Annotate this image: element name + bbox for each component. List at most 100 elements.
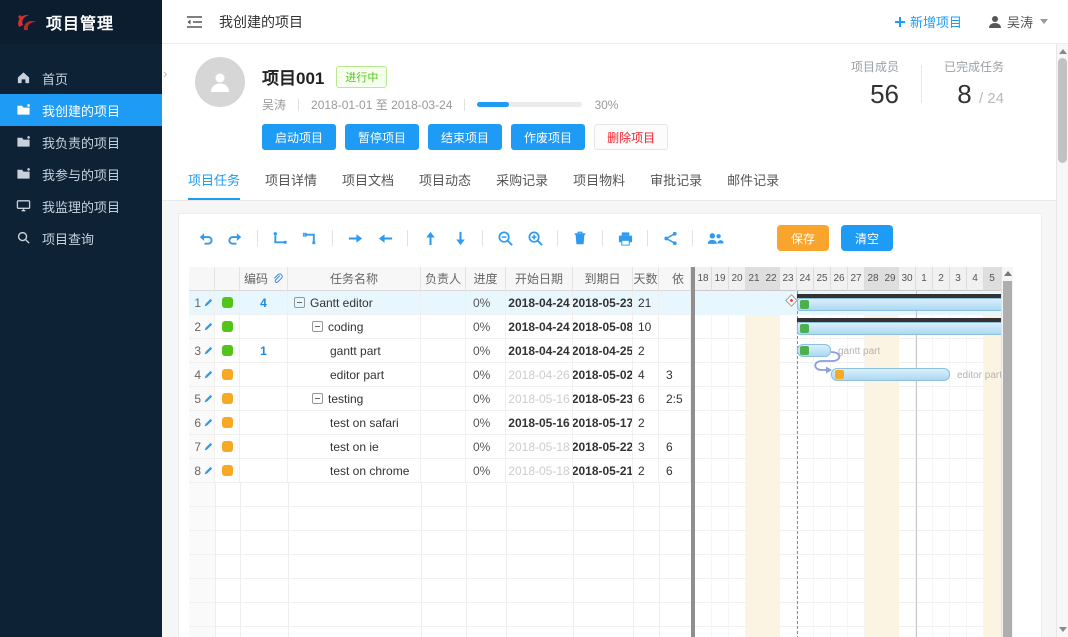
divider [407, 230, 408, 246]
status-badge: 进行中 [336, 66, 387, 88]
clear-button[interactable]: 清空 [841, 225, 893, 251]
move-down-icon[interactable] [450, 228, 470, 248]
tab-project-activity[interactable]: 项目动态 [419, 170, 471, 200]
tab-purchase-records[interactable]: 采购记录 [496, 170, 548, 200]
sidebar-item-my-supervised-projects[interactable]: 我监理的项目 [0, 190, 162, 222]
menu-fold-icon[interactable] [186, 15, 203, 29]
task-row-editor-part[interactable]: 4 editor part 0% 2018-04-26 2018-05-02 4… [189, 363, 691, 387]
task-name-cell[interactable]: gantt part [288, 339, 421, 363]
progress-label: 30% [594, 98, 618, 112]
redo-icon[interactable] [225, 228, 245, 248]
task-name-cell[interactable]: editor part [288, 363, 421, 387]
edit-pencil-icon[interactable] [203, 418, 213, 428]
task-row-test-on-chrome[interactable]: 8 test on chrome 0% 2018-05-18 2018-05-2… [189, 459, 691, 483]
critical-path-icon[interactable] [660, 228, 680, 248]
unlink-tasks-icon[interactable] [300, 228, 320, 248]
task-bar-coding[interactable] [797, 322, 1001, 335]
edit-pencil-icon[interactable] [203, 346, 213, 356]
task-name-cell[interactable]: testing [288, 387, 421, 411]
indent-icon[interactable] [345, 228, 365, 248]
owner-cell [421, 459, 466, 483]
task-name-cell[interactable]: test on ie [288, 435, 421, 459]
task-name-cell[interactable]: coding [288, 315, 421, 339]
outdent-icon[interactable] [375, 228, 395, 248]
collapse-toggle-icon[interactable] [312, 321, 323, 332]
task-name-cell[interactable]: test on chrome [288, 459, 421, 483]
task-table: 编码 任务名称 负责人 进度 开始日期 到期日 天数 依 1 4 Gant [189, 267, 691, 483]
tab-approval-records[interactable]: 审批记录 [650, 170, 702, 200]
zoom-in-icon[interactable] [525, 228, 545, 248]
tab-mail-records[interactable]: 邮件记录 [727, 170, 779, 200]
task-row-gantt-part[interactable]: 3 1 gantt part 0% 2018-04-24 2018-04-25 … [189, 339, 691, 363]
pause-project-button[interactable]: 暂停项目 [345, 124, 419, 150]
status-dot-orange [222, 393, 233, 404]
task-name-cell[interactable]: Gantt editor [288, 291, 421, 315]
progress-cell: 0% [466, 363, 506, 387]
tab-project-documents[interactable]: 项目文档 [342, 170, 394, 200]
timeline-day: 23 [780, 267, 797, 291]
resources-icon[interactable] [705, 228, 725, 248]
sidebar-item-home[interactable]: 首页 [0, 62, 162, 94]
days-cell: 3 [633, 435, 659, 459]
end-date-cell: 2018-05-21 [573, 459, 633, 483]
paperclip-icon [272, 273, 283, 284]
scrollbar-thumb[interactable] [1058, 58, 1067, 163]
end-date-cell: 2018-05-23 [573, 291, 633, 315]
task-row-test-on-safari[interactable]: 6 test on safari 0% 2018-05-16 2018-05-1… [189, 411, 691, 435]
sidebar-item-my-responsible-projects[interactable]: 我负责的项目 [0, 126, 162, 158]
collapse-toggle-icon[interactable] [312, 393, 323, 404]
owner-cell [421, 315, 466, 339]
task-row-coding[interactable]: 2 coding 0% 2018-04-24 2018-05-08 10 [189, 315, 691, 339]
sidebar-item-my-joined-projects[interactable]: 我参与的项目 [0, 158, 162, 190]
tab-project-materials[interactable]: 项目物料 [573, 170, 625, 200]
user-menu[interactable]: 吴涛 [988, 12, 1048, 31]
save-button[interactable]: 保存 [777, 225, 829, 251]
edit-pencil-icon[interactable] [203, 466, 213, 476]
task-row-testing[interactable]: 5 testing 0% 2018-05-16 2018-05-23 6 2:5 [189, 387, 691, 411]
status-cell [215, 411, 240, 435]
edit-pencil-icon[interactable] [203, 394, 213, 404]
header-start-date: 开始日期 [506, 267, 573, 291]
timeline-day: 1 [916, 267, 933, 291]
move-up-icon[interactable] [420, 228, 440, 248]
sidebar-item-project-search[interactable]: 项目查询 [0, 222, 162, 254]
task-bar-editor-part[interactable] [831, 368, 950, 381]
scroll-up-arrow-icon[interactable] [1004, 271, 1012, 276]
link-tasks-icon[interactable] [270, 228, 290, 248]
new-project-button[interactable]: 新增项目 [894, 12, 962, 31]
task-row-gantt-editor[interactable]: 1 4 Gantt editor 0% 2018-04-24 2018-05-2… [189, 291, 691, 315]
finish-project-button[interactable]: 结束项目 [428, 124, 502, 150]
start-project-button[interactable]: 启动项目 [262, 124, 336, 150]
header-code: 编码 [240, 267, 288, 291]
edit-pencil-icon[interactable] [203, 322, 213, 332]
page-scrollbar[interactable] [1056, 44, 1068, 637]
code-cell [240, 459, 288, 483]
task-row-test-on-ie[interactable]: 7 test on ie 0% 2018-05-18 2018-05-22 3 … [189, 435, 691, 459]
delete-project-button[interactable]: 删除项目 [594, 124, 668, 150]
delete-task-icon[interactable] [570, 228, 590, 248]
scroll-down-arrow-icon[interactable] [1059, 627, 1067, 632]
collapse-toggle-icon[interactable] [294, 297, 305, 308]
empty-grid-rows [189, 483, 691, 637]
void-project-button[interactable]: 作废项目 [511, 124, 585, 150]
status-cell [215, 291, 240, 315]
tab-project-details[interactable]: 项目详情 [265, 170, 317, 200]
task-bar-gantt-editor[interactable] [797, 298, 1001, 311]
sidebar-item-label: 我负责的项目 [42, 133, 120, 152]
zoom-out-icon[interactable] [495, 228, 515, 248]
task-name-cell[interactable]: test on safari [288, 411, 421, 435]
edit-pencil-icon[interactable] [203, 370, 213, 380]
sidebar-item-my-created-projects[interactable]: 我创建的项目 [0, 94, 162, 126]
gantt-scrollbar[interactable] [1001, 267, 1013, 637]
undo-icon[interactable] [195, 228, 215, 248]
tab-project-tasks[interactable]: 项目任务 [188, 170, 240, 200]
print-icon[interactable] [615, 228, 635, 248]
scrollbar-thumb[interactable] [1003, 281, 1012, 637]
dependency-cell [659, 315, 691, 339]
edit-pencil-icon[interactable] [203, 298, 213, 308]
days-cell: 2 [633, 411, 659, 435]
edit-pencil-icon[interactable] [203, 442, 213, 452]
scroll-up-arrow-icon[interactable] [1059, 49, 1067, 54]
sidebar-expand-handle[interactable]: › [163, 66, 167, 81]
dependency-cell: 2:5 [659, 387, 691, 411]
